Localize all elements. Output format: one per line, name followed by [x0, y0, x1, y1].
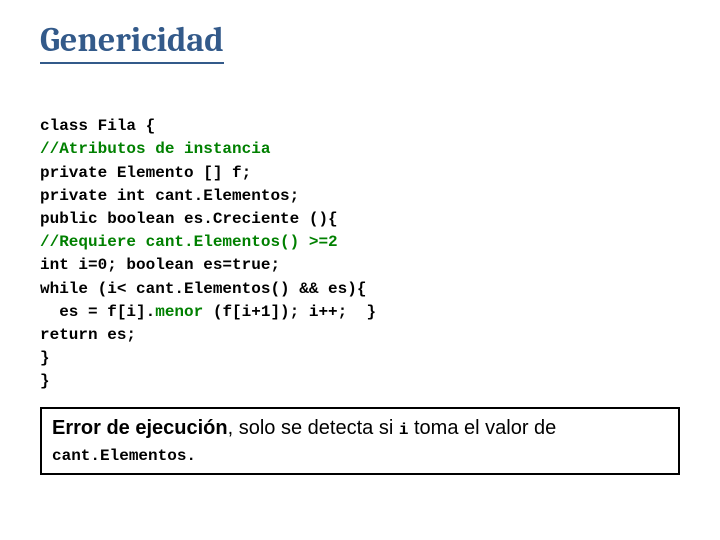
code-line: while (i< cant.Elementos() && es){	[40, 280, 366, 298]
code-comment: //Atributos de instancia	[40, 140, 270, 158]
code-line: es = f[i].menor (f[i+1]); i++; }	[40, 303, 376, 321]
slide-title: Genericidad	[40, 20, 224, 64]
note-bold: Error de ejecución	[52, 417, 228, 439]
code-line: public boolean es.Creciente (){	[40, 210, 338, 228]
slide-container: Genericidad class Fila { //Atributos de …	[0, 0, 720, 495]
code-highlight: menor	[155, 303, 203, 321]
code-line: class Fila {	[40, 117, 155, 135]
note-frag: toma el valor de	[408, 417, 556, 439]
note-frag: , solo se detecta si	[228, 417, 399, 439]
note-text: Error de ejecución, solo se detecta si i…	[52, 415, 668, 467]
code-line: private Elemento [] f;	[40, 164, 251, 182]
note-box: Error de ejecución, solo se detecta si i…	[40, 407, 680, 475]
note-mono: cant.Elementos.	[52, 447, 196, 465]
code-line: return es;	[40, 326, 136, 344]
code-line: }	[40, 349, 50, 367]
code-frag: es = f[i].	[40, 303, 155, 321]
code-comment: //Requiere cant.Elementos() >=2	[40, 233, 338, 251]
note-mono: i	[399, 421, 409, 439]
code-line: int i=0; boolean es=true;	[40, 256, 280, 274]
code-line: }	[40, 372, 50, 390]
code-block: class Fila { //Atributos de instancia pr…	[40, 92, 680, 393]
code-line: private int cant.Elementos;	[40, 187, 299, 205]
code-frag: (f[i+1]); i++; }	[203, 303, 376, 321]
